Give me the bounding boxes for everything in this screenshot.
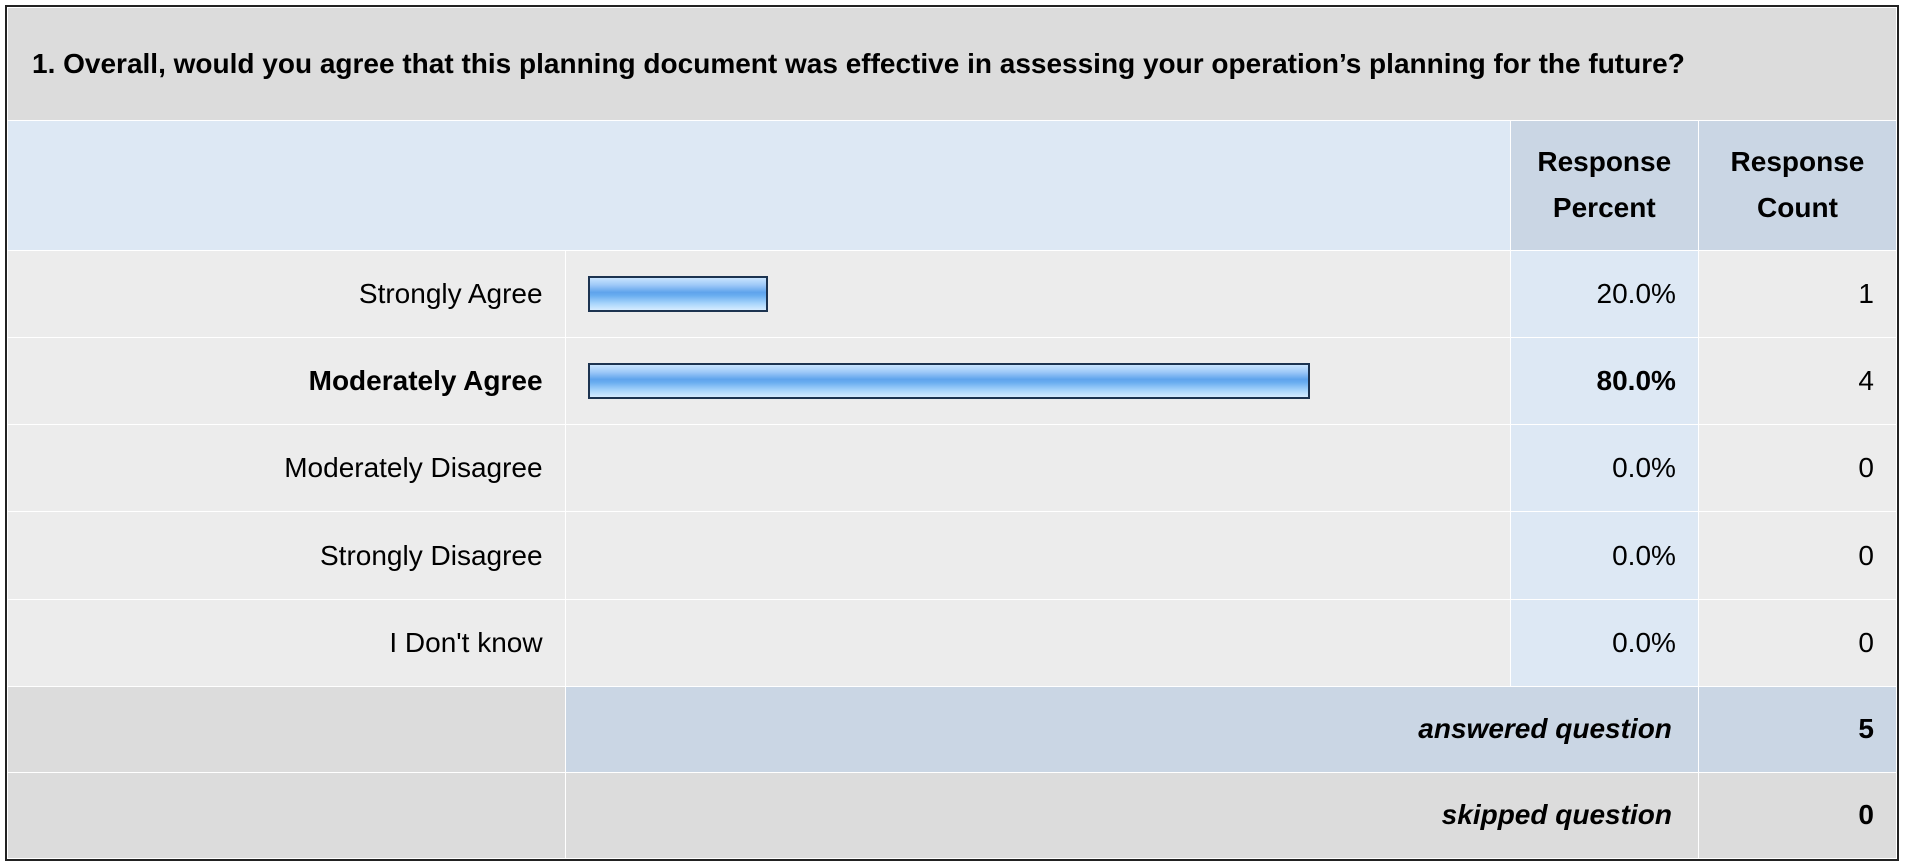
- answer-label: Moderately Disagree: [7, 424, 566, 513]
- response-count: 0: [1697, 598, 1898, 687]
- survey-frame: 1. Overall, would you agree that this pl…: [5, 5, 1899, 861]
- response-count-header-line1: Response: [1730, 146, 1865, 178]
- answer-label: Moderately Agree: [7, 336, 566, 426]
- bar-cell: [564, 598, 1511, 687]
- response-percent: 0.0%: [1509, 424, 1699, 513]
- bar-cell: [564, 249, 1511, 339]
- response-percent-header: Response Percent: [1509, 120, 1699, 251]
- response-percent: 0.0%: [1509, 511, 1699, 600]
- table-row: Moderately Disagree 0.0% 0: [7, 424, 1898, 513]
- answered-row: answered question 5: [7, 685, 1898, 773]
- bar-track: [588, 625, 1490, 661]
- response-percent: 80.0%: [1509, 336, 1699, 426]
- response-percent-header-line2: Percent: [1552, 192, 1656, 224]
- bar-moderately-agree: [587, 363, 1310, 400]
- header-blank: [7, 120, 1511, 251]
- response-count-header: Response Count: [1697, 120, 1898, 251]
- bar-cell: [564, 424, 1511, 513]
- skipped-question-label: skipped question: [564, 771, 1699, 860]
- survey-results-table: 1. Overall, would you agree that this pl…: [7, 6, 1898, 860]
- response-percent: 20.0%: [1509, 249, 1699, 339]
- table-row: I Don't know 0.0% 0: [7, 598, 1898, 687]
- table-row: Strongly Agree 20.0% 1: [7, 249, 1898, 339]
- bar-track: [587, 275, 1490, 312]
- response-count: 0: [1697, 511, 1898, 600]
- skipped-row: skipped question 0: [7, 771, 1898, 860]
- summary-blank: [7, 685, 566, 773]
- bar-track: [588, 538, 1490, 574]
- bar-cell: [564, 511, 1511, 600]
- response-percent: 0.0%: [1509, 598, 1699, 687]
- bar-track: [588, 450, 1490, 486]
- answered-question-count: 5: [1697, 685, 1898, 773]
- summary-blank: [7, 771, 566, 860]
- answer-label: Strongly Agree: [7, 249, 566, 339]
- bar-strongly-agree: [587, 275, 768, 312]
- bar-track: [587, 363, 1490, 400]
- bar-cell: [564, 336, 1511, 426]
- response-count: 4: [1697, 336, 1898, 426]
- response-count: 1: [1697, 249, 1898, 339]
- table-row: Moderately Agree 80.0% 4: [7, 336, 1898, 426]
- table-row: Strongly Disagree 0.0% 0: [7, 511, 1898, 600]
- response-count: 0: [1697, 424, 1898, 513]
- question-title: 1. Overall, would you agree that this pl…: [7, 6, 1897, 122]
- skipped-question-count: 0: [1697, 771, 1898, 860]
- answer-label: Strongly Disagree: [7, 511, 566, 600]
- answered-question-label: answered question: [564, 685, 1699, 773]
- answer-label: I Don't know: [7, 598, 566, 687]
- response-count-header-line2: Count: [1757, 192, 1838, 224]
- response-percent-header-line1: Response: [1537, 146, 1672, 178]
